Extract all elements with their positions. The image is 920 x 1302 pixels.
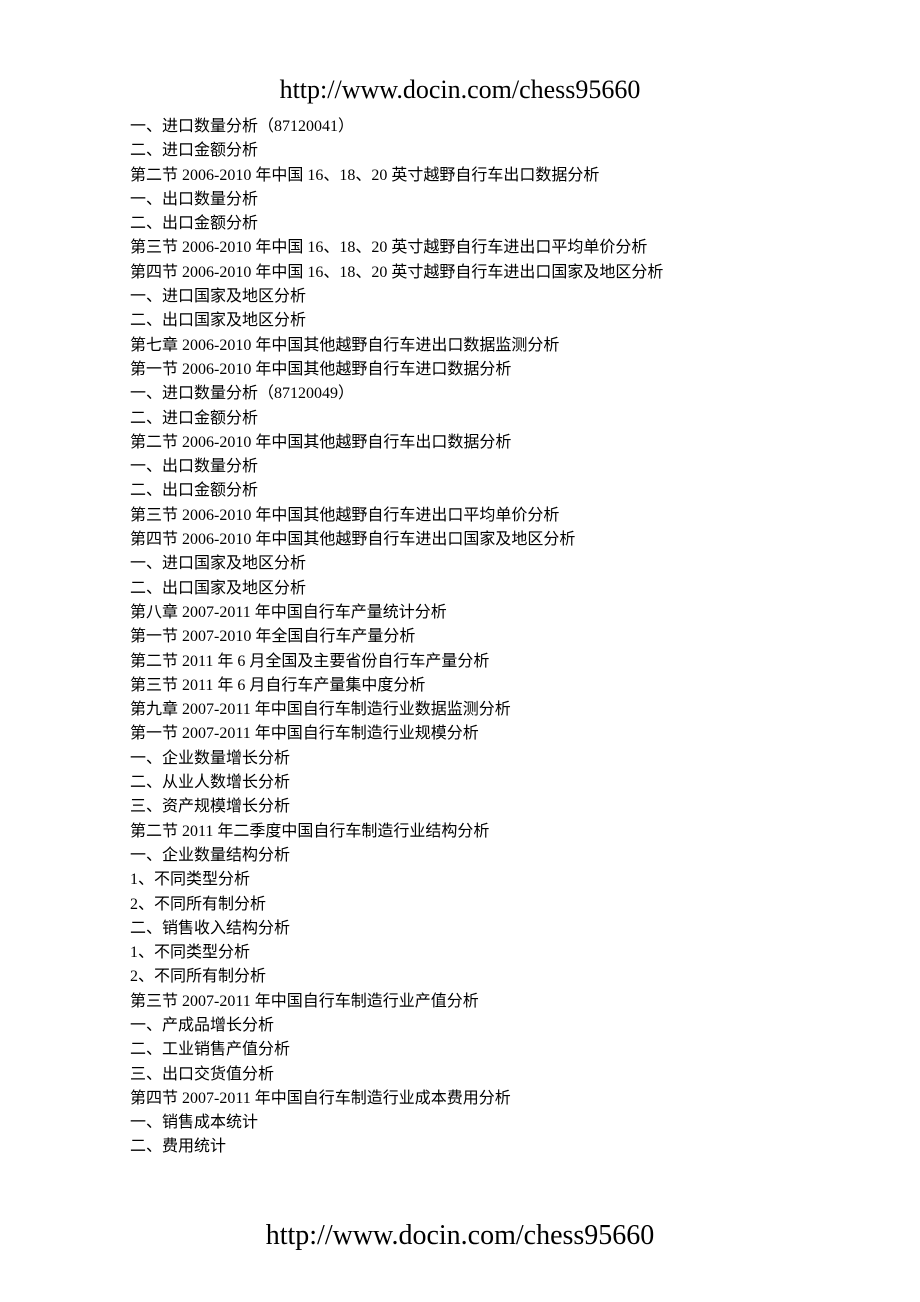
toc-line: 第四节 2007-2011 年中国自行车制造行业成本费用分析 <box>130 1087 810 1111</box>
toc-line: 二、进口金额分析 <box>130 139 810 163</box>
toc-line: 二、销售收入结构分析 <box>130 917 810 941</box>
toc-line: 二、出口金额分析 <box>130 479 810 503</box>
toc-line: 二、进口金额分析 <box>130 407 810 431</box>
toc-line: 第三节 2006-2010 年中国 16、18、20 英寸越野自行车进出口平均单… <box>130 236 810 260</box>
toc-line: 第二节 2006-2010 年中国 16、18、20 英寸越野自行车出口数据分析 <box>130 164 810 188</box>
toc-line: 二、工业销售产值分析 <box>130 1038 810 1062</box>
toc-line: 一、企业数量结构分析 <box>130 844 810 868</box>
toc-line: 一、产成品增长分析 <box>130 1014 810 1038</box>
toc-line: 第二节 2011 年二季度中国自行车制造行业结构分析 <box>130 820 810 844</box>
toc-line: 一、进口国家及地区分析 <box>130 285 810 309</box>
toc-line: 一、进口国家及地区分析 <box>130 552 810 576</box>
toc-line: 第一节 2006-2010 年中国其他越野自行车进口数据分析 <box>130 358 810 382</box>
toc-line: 第九章 2007-2011 年中国自行车制造行业数据监测分析 <box>130 698 810 722</box>
toc-line: 第七章 2006-2010 年中国其他越野自行车进出口数据监测分析 <box>130 334 810 358</box>
toc-line: 1、不同类型分析 <box>130 868 810 892</box>
toc-line: 第二节 2011 年 6 月全国及主要省份自行车产量分析 <box>130 650 810 674</box>
document-content: 一、进口数量分析（87120041）二、进口金额分析第二节 2006-2010 … <box>130 115 810 1160</box>
toc-line: 第八章 2007-2011 年中国自行车产量统计分析 <box>130 601 810 625</box>
header-url: http://www.docin.com/chess95660 <box>0 75 920 105</box>
toc-line: 2、不同所有制分析 <box>130 965 810 989</box>
toc-line: 二、费用统计 <box>130 1135 810 1159</box>
toc-line: 一、进口数量分析（87120049） <box>130 382 810 406</box>
toc-line: 三、资产规模增长分析 <box>130 795 810 819</box>
toc-line: 第二节 2006-2010 年中国其他越野自行车出口数据分析 <box>130 431 810 455</box>
toc-line: 第四节 2006-2010 年中国其他越野自行车进出口国家及地区分析 <box>130 528 810 552</box>
toc-line: 二、从业人数增长分析 <box>130 771 810 795</box>
toc-line: 一、出口数量分析 <box>130 188 810 212</box>
toc-line: 第三节 2006-2010 年中国其他越野自行车进出口平均单价分析 <box>130 504 810 528</box>
toc-line: 一、销售成本统计 <box>130 1111 810 1135</box>
toc-line: 第一节 2007-2010 年全国自行车产量分析 <box>130 625 810 649</box>
toc-line: 二、出口金额分析 <box>130 212 810 236</box>
footer-url: http://www.docin.com/chess95660 <box>0 1220 920 1252</box>
toc-line: 第三节 2007-2011 年中国自行车制造行业产值分析 <box>130 990 810 1014</box>
toc-line: 一、出口数量分析 <box>130 455 810 479</box>
toc-line: 第三节 2011 年 6 月自行车产量集中度分析 <box>130 674 810 698</box>
toc-line: 三、出口交货值分析 <box>130 1063 810 1087</box>
toc-line: 一、进口数量分析（87120041） <box>130 115 810 139</box>
toc-line: 第四节 2006-2010 年中国 16、18、20 英寸越野自行车进出口国家及… <box>130 261 810 285</box>
toc-line: 二、出口国家及地区分析 <box>130 577 810 601</box>
toc-line: 1、不同类型分析 <box>130 941 810 965</box>
toc-line: 2、不同所有制分析 <box>130 893 810 917</box>
toc-line: 二、出口国家及地区分析 <box>130 309 810 333</box>
toc-line: 一、企业数量增长分析 <box>130 747 810 771</box>
toc-line: 第一节 2007-2011 年中国自行车制造行业规模分析 <box>130 722 810 746</box>
